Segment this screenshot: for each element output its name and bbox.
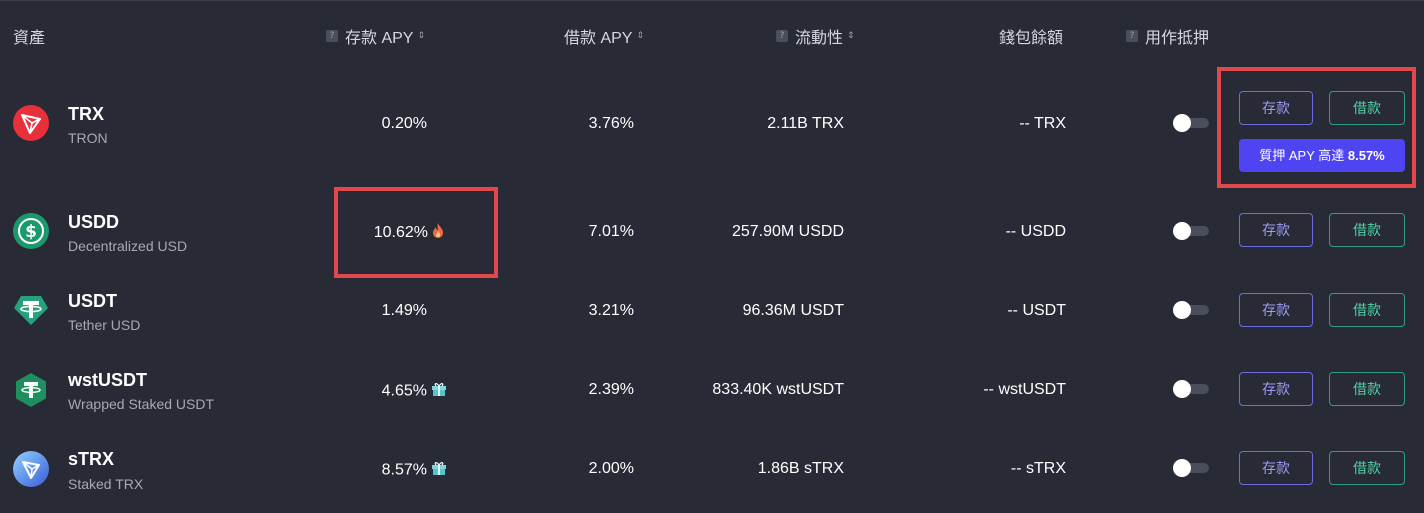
asset-symbol: sTRX — [68, 449, 115, 469]
deposit-button[interactable]: 存款 — [1239, 293, 1313, 327]
supply-apy-value: 4.65% — [381, 382, 427, 400]
svg-text:$: $ — [25, 222, 37, 242]
column-header-collateral: ? 用作抵押 — [1126, 24, 1209, 48]
asset-symbol: USDT — [68, 291, 117, 311]
deposit-button[interactable]: 存款 — [1239, 372, 1313, 406]
asset-name: Wrapped Staked USDT — [68, 396, 215, 412]
tron-icon — [13, 105, 49, 141]
help-icon[interactable]: ? — [1126, 30, 1138, 42]
asset-symbol: USDD — [68, 212, 120, 232]
gift-icon — [431, 381, 447, 402]
usdd-icon: $ — [13, 213, 49, 249]
borrow-apy-value: 2.39% — [588, 381, 634, 398]
sort-icon[interactable]: ⇕ — [636, 31, 644, 41]
supply-apy-value: 0.20% — [381, 115, 427, 132]
highlight-box-actions — [1217, 67, 1416, 188]
borrow-button[interactable]: 借款 — [1329, 213, 1405, 247]
wallet-balance-value: -- wstUSDT — [983, 381, 1066, 398]
help-icon[interactable]: ? — [326, 30, 338, 42]
asset-name: TRON — [68, 130, 108, 146]
collateral-toggle[interactable] — [1173, 380, 1209, 398]
column-header-wallet-balance: 錢包餘額 — [999, 30, 1064, 47]
liquidity-value: 257.90M USDD — [731, 223, 844, 240]
collateral-toggle[interactable] — [1173, 301, 1209, 319]
liquidity-value: 2.11B TRX — [767, 115, 844, 132]
column-header-liquidity[interactable]: ? 流動性 ⇕ — [776, 24, 855, 48]
liquidity-value: 1.86B sTRX — [757, 460, 844, 477]
top-divider — [0, 0, 1424, 1]
borrow-button[interactable]: 借款 — [1329, 372, 1405, 406]
help-icon[interactable]: ? — [776, 30, 788, 42]
borrow-button[interactable]: 借款 — [1329, 451, 1405, 485]
sort-icon[interactable]: ⇕ — [847, 31, 855, 41]
supply-apy-cell: 8.57% — [382, 460, 447, 481]
column-header-supply-apy[interactable]: ? 存款 APY ⇕ — [326, 24, 425, 48]
highlight-box-usdd-apy — [334, 187, 498, 278]
asset-name: Staked TRX — [68, 476, 144, 492]
collateral-toggle[interactable] — [1173, 459, 1209, 477]
column-header-borrow-apy[interactable]: 借款 APY ⇕ — [564, 24, 644, 48]
liquidity-value: 96.36M USDT — [742, 302, 844, 319]
borrow-apy-value: 7.01% — [588, 223, 634, 240]
wallet-balance-value: -- TRX — [1019, 115, 1066, 132]
column-header-asset: 資產 — [13, 30, 46, 47]
asset-name: Decentralized USD — [68, 238, 188, 254]
collateral-toggle[interactable] — [1173, 222, 1209, 240]
borrow-apy-value: 3.76% — [588, 115, 634, 132]
wallet-balance-value: -- USDT — [1007, 302, 1066, 319]
asset-name: Tether USD — [68, 317, 141, 333]
wst-usdt-icon — [13, 372, 49, 408]
sort-icon[interactable]: ⇕ — [417, 31, 425, 41]
wallet-balance-value: -- sTRX — [1010, 460, 1066, 477]
deposit-button[interactable]: 存款 — [1239, 213, 1313, 247]
supply-apy-cell: 4.65% — [382, 381, 447, 402]
wallet-balance-value: -- USDD — [1005, 223, 1066, 240]
borrow-button[interactable]: 借款 — [1329, 293, 1405, 327]
borrow-apy-value: 3.21% — [588, 302, 634, 319]
gift-icon — [431, 460, 447, 481]
borrow-apy-value: 2.00% — [588, 460, 634, 477]
collateral-toggle[interactable] — [1173, 114, 1209, 132]
asset-symbol: TRX — [68, 104, 104, 124]
liquidity-value: 833.40K wstUSDT — [712, 381, 844, 398]
asset-symbol: wstUSDT — [68, 370, 148, 390]
deposit-button[interactable]: 存款 — [1239, 451, 1313, 485]
strx-icon — [13, 451, 49, 487]
tether-icon — [13, 292, 49, 328]
supply-apy-value: 1.49% — [381, 302, 427, 319]
supply-apy-value: 8.57% — [381, 461, 427, 479]
